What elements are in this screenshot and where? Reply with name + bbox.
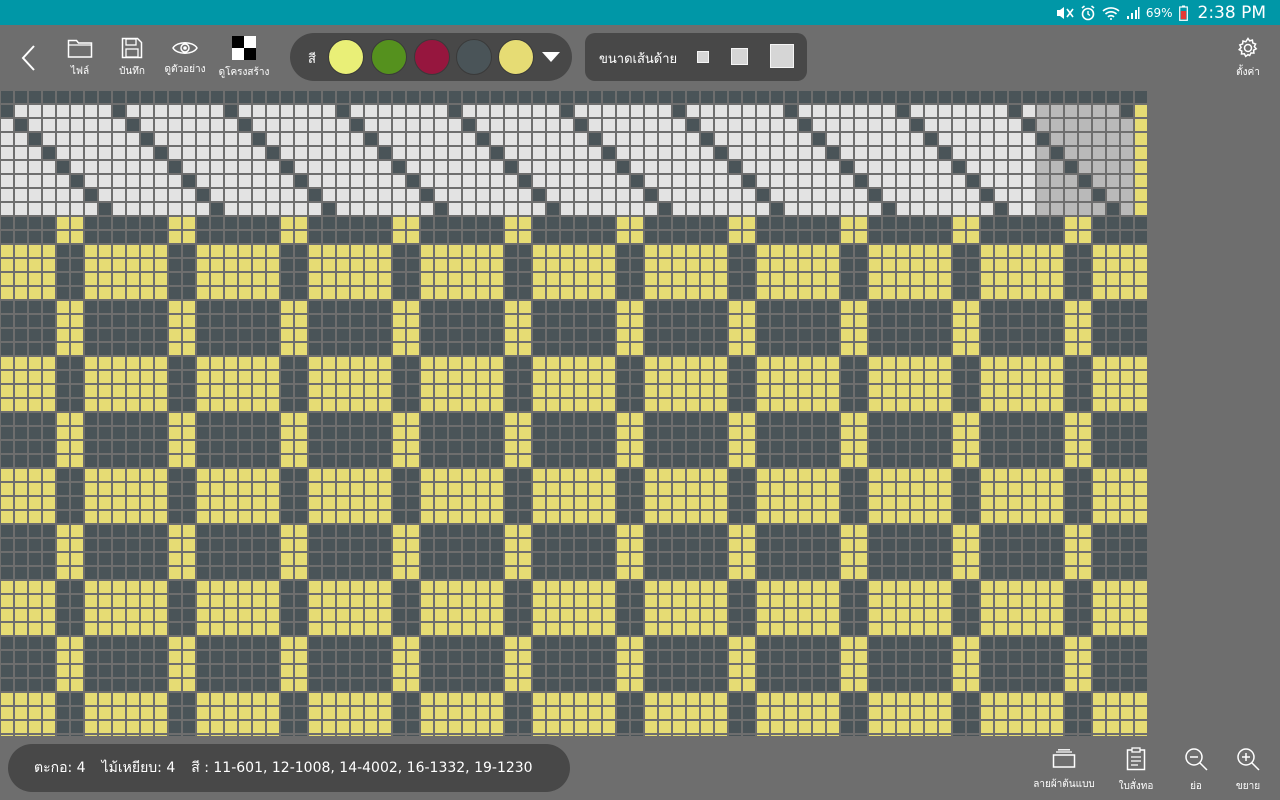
draft-info-panel: ตะกอ: 4 ไม้เหยียบ: 4 สี : 11-601, 12-100…	[8, 744, 570, 792]
structure-button[interactable]: ดูโครงสร้าง	[215, 25, 273, 90]
battery-icon	[1178, 5, 1188, 21]
back-arrow-icon	[20, 44, 36, 72]
gear-icon	[1236, 36, 1260, 60]
signal-icon	[1126, 6, 1140, 20]
wifi-icon	[1102, 6, 1120, 20]
save-icon	[121, 37, 143, 59]
file-button[interactable]: ไฟล์	[60, 25, 100, 90]
zoom-in-icon	[1236, 747, 1260, 775]
preview-button[interactable]: ดูตัวอย่าง	[160, 25, 210, 90]
color-dropdown-button[interactable]	[542, 52, 560, 62]
treadle-count: ไม้เหยียบ: 4	[101, 760, 176, 776]
settings-button[interactable]: ตั้งค่า	[1226, 25, 1270, 90]
zoom-in-label: ขยาย	[1235, 780, 1261, 792]
color-panel-label: สี	[308, 52, 316, 67]
pattern-library-button[interactable]: ลายผ้าต้นแบบ	[1030, 744, 1098, 796]
pattern-library-label: ลายผ้าต้นแบบ	[1033, 778, 1095, 790]
save-button[interactable]: บันทึก	[110, 25, 154, 90]
clock: 2:38 PM	[1197, 2, 1267, 23]
thread-size-panel: ขนาดเส้นด้าย	[585, 33, 807, 81]
preview-label: ดูตัวอย่าง	[164, 63, 206, 75]
mute-icon	[1056, 6, 1074, 20]
zoom-out-label: ย่อ	[1190, 780, 1202, 792]
back-button[interactable]	[14, 25, 42, 90]
color-codes: สี : 11-601, 12-1008, 14-4002, 16-1332, …	[191, 760, 533, 776]
weave-canvas[interactable]	[0, 90, 1280, 736]
color-swatch-3[interactable]	[414, 39, 450, 75]
zoom-out-button[interactable]: ย่อ	[1178, 744, 1214, 796]
zoom-in-button[interactable]: ขยาย	[1230, 744, 1266, 796]
fabric-stack-icon	[1052, 748, 1076, 773]
weaving-order-label: ใบสั่งทอ	[1118, 780, 1154, 792]
status-bar: 69% 2:38 PM	[0, 0, 1280, 25]
battery-percent: 69%	[1145, 5, 1173, 20]
bottom-bar: ตะกอ: 4 ไม้เหยียบ: 4 สี : 11-601, 12-100…	[0, 736, 1280, 800]
thread-size-medium[interactable]	[731, 48, 748, 65]
heddle-count: ตะกอ: 4	[34, 760, 86, 776]
save-label: บันทึก	[119, 65, 145, 77]
color-swatch-2[interactable]	[371, 39, 407, 75]
toolbar: ไฟล์ บันทึก ดูตัวอย่าง ดูโครงสร้าง สี ขน…	[0, 25, 1280, 90]
weave-draft-grid[interactable]	[0, 90, 1280, 736]
alarm-icon	[1080, 4, 1096, 21]
thread-size-small[interactable]	[697, 51, 709, 63]
file-label: ไฟล์	[70, 65, 90, 77]
color-panel: สี	[290, 33, 572, 81]
settings-label: ตั้งค่า	[1236, 66, 1260, 78]
eye-icon	[172, 39, 198, 57]
color-swatch-1[interactable]	[328, 39, 364, 75]
zoom-out-icon	[1184, 747, 1208, 775]
weaving-order-button[interactable]: ใบสั่งทอ	[1112, 744, 1160, 796]
color-swatch-5[interactable]	[498, 39, 534, 75]
color-swatch-4[interactable]	[456, 39, 492, 75]
thread-size-label: ขนาดเส้นด้าย	[599, 52, 678, 67]
structure-icon	[232, 35, 256, 60]
clipboard-icon	[1126, 746, 1146, 775]
folder-icon	[67, 37, 93, 59]
thread-size-large[interactable]	[770, 44, 794, 68]
structure-label: ดูโครงสร้าง	[218, 66, 270, 78]
